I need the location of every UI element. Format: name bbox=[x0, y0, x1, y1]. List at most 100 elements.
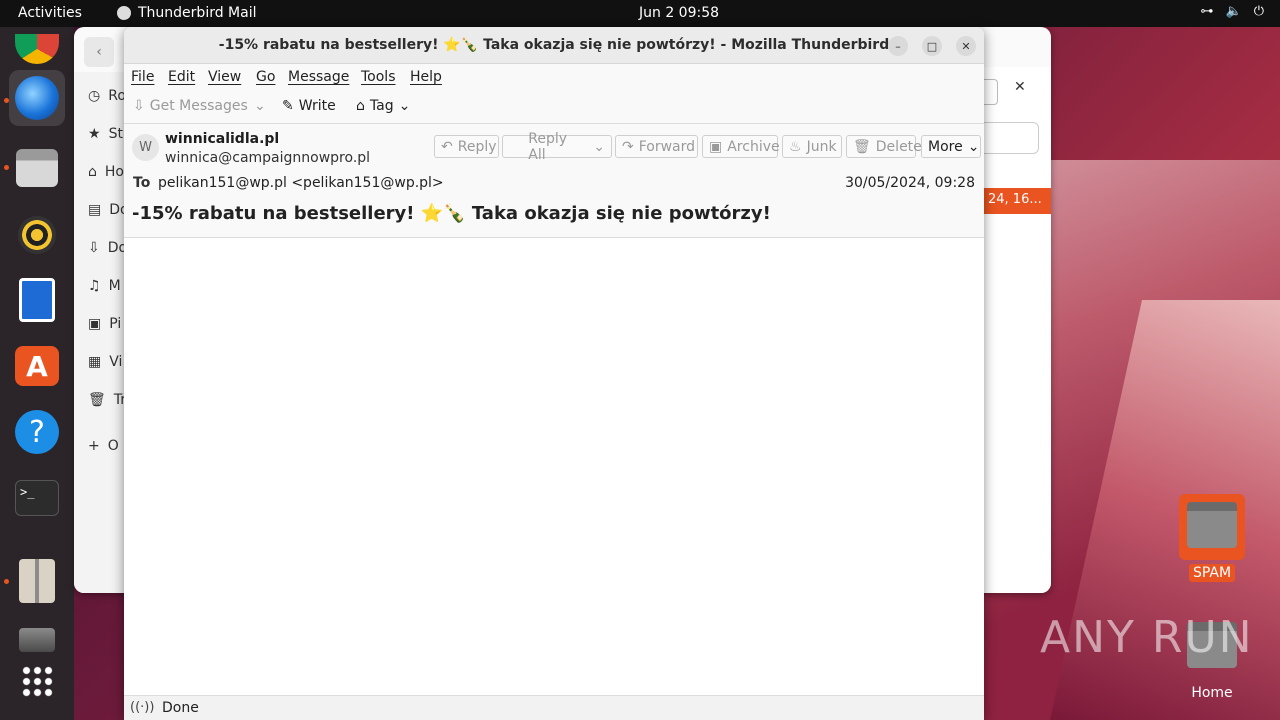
dock-archive[interactable] bbox=[9, 553, 65, 609]
chevron-down-icon: ⌄ bbox=[593, 138, 605, 155]
watermark: ANY RUN bbox=[1040, 612, 1254, 663]
tag-icon: ⌂ bbox=[356, 98, 365, 114]
maximize-icon: □ bbox=[926, 39, 938, 53]
chevron-down-icon: ⌄ bbox=[967, 138, 980, 155]
message-header: W winnicalidla.pl winnica@campaignnowpro… bbox=[124, 124, 984, 238]
reply-button[interactable]: ↶ Reply bbox=[434, 135, 499, 158]
dock-thunderbird[interactable] bbox=[9, 70, 65, 126]
selected-file-row[interactable]: 24, 16... bbox=[984, 188, 1051, 214]
get-messages-dropdown[interactable]: ⌄ bbox=[254, 98, 266, 114]
menu-help[interactable]: Help bbox=[410, 69, 442, 85]
grid-icon bbox=[21, 665, 53, 697]
sidebar-item-starred[interactable]: ★ St bbox=[88, 126, 123, 142]
dock-help[interactable]: ? bbox=[9, 404, 65, 460]
get-messages-button[interactable]: ⇩ Get Messages bbox=[133, 98, 248, 114]
desktop-icon-spam[interactable]: SPAM bbox=[1172, 494, 1252, 582]
menu-bar: File Edit View Go Message Tools Help bbox=[124, 64, 984, 92]
sidebar-item-recent[interactable]: ◷ Ro bbox=[88, 88, 126, 104]
clock-icon: ◷ bbox=[88, 88, 101, 104]
clock[interactable]: Jun 2 09:58 bbox=[639, 5, 719, 21]
desktop-icon-label: Home bbox=[1191, 685, 1233, 701]
search-field[interactable] bbox=[984, 122, 1039, 154]
plus-icon: + bbox=[88, 438, 100, 454]
trash-icon: 🗑 bbox=[853, 138, 871, 155]
tag-button[interactable]: ⌂ Tag ⌄ bbox=[356, 98, 410, 114]
top-bar: Activities Thunderbird Mail Jun 2 09:58 … bbox=[0, 0, 1280, 27]
chevron-left-icon: ‹ bbox=[96, 44, 102, 60]
menu-button[interactable] bbox=[984, 79, 998, 105]
dock-show-apps[interactable] bbox=[9, 653, 65, 709]
back-button[interactable]: ‹ bbox=[84, 37, 114, 67]
more-button[interactable]: More ⌄ bbox=[921, 135, 981, 158]
download-icon: ⇩ bbox=[88, 240, 100, 256]
archive-icon bbox=[19, 559, 55, 603]
writer-icon bbox=[19, 278, 55, 322]
dock-writer[interactable] bbox=[9, 272, 65, 328]
pencil-icon: ✎ bbox=[282, 98, 294, 114]
power-icon: ⏻ bbox=[1253, 4, 1264, 19]
sidebar-item-home[interactable]: ⌂ Ho bbox=[88, 164, 124, 180]
title-bar[interactable]: -15% rabatu na bestsellery! ⭐🍾 Taka okaz… bbox=[124, 27, 984, 64]
menu-go[interactable]: Go bbox=[256, 69, 275, 85]
junk-icon: ♨ bbox=[789, 138, 802, 155]
chevron-down-icon: ⌄ bbox=[398, 98, 411, 114]
menu-view[interactable]: View bbox=[208, 69, 241, 85]
video-icon: ▦ bbox=[88, 354, 102, 370]
thunderbird-icon bbox=[117, 6, 131, 20]
menu-message[interactable]: Message bbox=[288, 69, 349, 85]
sidebar-item-other[interactable]: + O bbox=[88, 438, 119, 454]
delete-button[interactable]: 🗑 Delete bbox=[846, 135, 922, 158]
music-icon: ♫ bbox=[88, 278, 101, 294]
close-icon: ✕ bbox=[961, 39, 971, 53]
trash-icon: 🗑 bbox=[88, 392, 106, 408]
sidebar-item-pictures[interactable]: ▣ Pi bbox=[88, 316, 121, 332]
volume-icon: 🔈 bbox=[1225, 4, 1242, 19]
thunderbird-message-window[interactable]: -15% rabatu na bestsellery! ⭐🍾 Taka okaz… bbox=[124, 27, 984, 720]
window-title: -15% rabatu na bestsellery! ⭐🍾 Taka okaz… bbox=[218, 37, 890, 53]
message-subject: -15% rabatu na bestsellery! ⭐🍾 Taka okaz… bbox=[132, 203, 771, 224]
maximize-button[interactable]: □ bbox=[922, 36, 942, 56]
document-icon: ▤ bbox=[88, 202, 102, 218]
dock: A ? >_ bbox=[0, 27, 74, 720]
sender-name[interactable]: winnicalidla.pl bbox=[165, 131, 279, 147]
app-name: Thunderbird Mail bbox=[138, 5, 257, 21]
close-button[interactable]: ✕ bbox=[956, 36, 976, 56]
junk-button[interactable]: ♨ Junk bbox=[782, 135, 842, 158]
dock-app-center[interactable]: A bbox=[9, 338, 65, 394]
get-messages-icon: ⇩ bbox=[133, 98, 145, 114]
forward-icon: ↷ bbox=[622, 138, 634, 155]
menu-edit[interactable]: Edit bbox=[168, 69, 195, 85]
dock-terminal[interactable]: >_ bbox=[9, 470, 65, 526]
main-toolbar: ⇩ Get Messages ⌄ ✎ Write ⌂ Tag ⌄ bbox=[124, 92, 984, 124]
status-bar: ((·)) Done bbox=[124, 695, 984, 720]
minimize-button[interactable]: – bbox=[888, 36, 908, 56]
chrome-icon bbox=[15, 34, 59, 64]
close-icon[interactable]: ✕ bbox=[1014, 79, 1026, 95]
forward-button[interactable]: ↷ Forward bbox=[615, 135, 698, 158]
avatar: W bbox=[132, 134, 159, 161]
to-label: To bbox=[133, 175, 151, 191]
sender-address[interactable]: winnica@campaignnowpro.pl bbox=[165, 150, 370, 166]
sidebar-item-downloads[interactable]: ⇩ Do bbox=[88, 240, 127, 256]
folder-icon bbox=[1179, 494, 1245, 560]
dock-rhythmbox[interactable] bbox=[9, 207, 65, 263]
message-body[interactable] bbox=[124, 238, 984, 695]
network-icon: ⊶ bbox=[1200, 4, 1214, 19]
sidebar-item-documents[interactable]: ▤ Do bbox=[88, 202, 129, 218]
app-menu[interactable]: Thunderbird Mail bbox=[117, 5, 257, 21]
sidebar-item-videos[interactable]: ▦ Vi bbox=[88, 354, 122, 370]
sidebar-item-trash[interactable]: 🗑 Tr bbox=[88, 392, 126, 408]
recipient-address[interactable]: pelikan151@wp.pl <pelikan151@wp.pl> bbox=[158, 175, 444, 191]
dock-files[interactable] bbox=[9, 140, 65, 196]
files-icon bbox=[16, 149, 58, 187]
archive-button[interactable]: ▣ Archive bbox=[702, 135, 780, 158]
reply-all-button[interactable]: Reply All ⌄ bbox=[502, 131, 612, 163]
system-menu[interactable]: ⊶ 🔈 ⏻ bbox=[1201, 4, 1264, 19]
write-button[interactable]: ✎ Write bbox=[282, 98, 336, 114]
menu-tools[interactable]: Tools bbox=[361, 69, 396, 85]
file-manager-sidebar: ◷ Ro ★ St ⌂ Ho ▤ Do ⇩ Do ♫ M ▣ Pi ▦ Vi 🗑 Tr + O bbox=[74, 72, 129, 593]
activities-button[interactable]: Activities bbox=[18, 5, 82, 21]
menu-file[interactable]: File bbox=[131, 69, 154, 85]
sidebar-item-music[interactable]: ♫ M bbox=[88, 278, 121, 294]
home-icon: ⌂ bbox=[88, 164, 97, 180]
